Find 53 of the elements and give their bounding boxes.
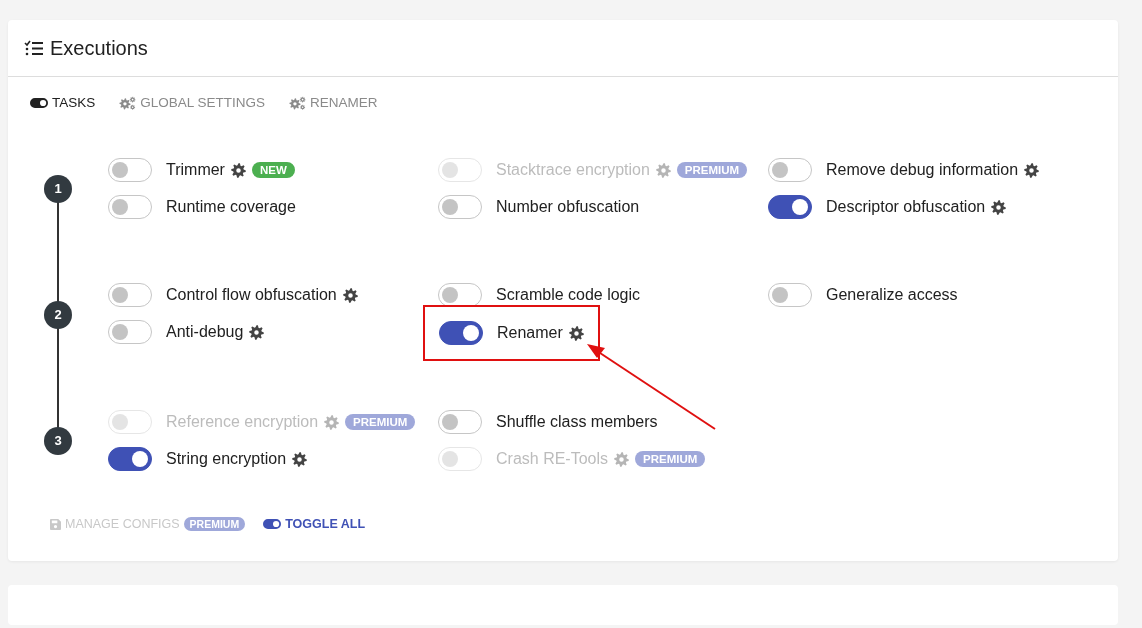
toggle-switch[interactable] <box>108 158 152 182</box>
option-label: Control flow obfuscation <box>166 286 337 304</box>
step-number: 3 <box>44 426 72 455</box>
step-number: 1 <box>44 174 72 203</box>
premium-badge: PREMIUM <box>635 451 706 467</box>
option-label: Scramble code logic <box>496 286 641 304</box>
tab[interactable]: RENAMER <box>289 93 378 112</box>
toggle-switch[interactable] <box>438 283 482 307</box>
toggle-icon <box>30 97 48 108</box>
option-label: Crash RE-Tools <box>496 450 609 468</box>
option-label: Stacktrace encryption <box>496 161 650 179</box>
option-label: Reference encryption <box>166 413 319 431</box>
gear-icon[interactable] <box>230 162 246 178</box>
toggle-switch[interactable] <box>768 283 812 307</box>
toggle-switch[interactable] <box>108 447 152 471</box>
gear-icon[interactable] <box>292 451 308 467</box>
premium-badge: PREMIUM <box>676 162 748 178</box>
gear-icon[interactable] <box>342 287 358 303</box>
checklist-icon <box>24 40 44 56</box>
card-title: Executions <box>50 36 148 60</box>
gear-icon[interactable] <box>568 325 584 341</box>
option-label: Anti-debug <box>166 323 244 341</box>
toggle-switch[interactable] <box>108 195 152 219</box>
step-number: 2 <box>44 300 72 329</box>
gear-icon[interactable] <box>1024 162 1040 178</box>
gears-icon <box>289 95 307 110</box>
option-label: String encryption <box>166 450 287 468</box>
option-label: Generalize access <box>826 286 958 304</box>
option-label: Runtime coverage <box>166 198 296 216</box>
option-label: Number obfuscation <box>496 198 640 216</box>
toggle-switch[interactable] <box>108 283 152 307</box>
toggle-switch[interactable] <box>438 410 482 434</box>
new-badge: NEW <box>251 162 295 178</box>
tab[interactable]: GLOBAL SETTINGS <box>119 93 266 112</box>
tab[interactable]: TASKS <box>30 93 96 112</box>
option-label: Remove debug information <box>826 161 1019 179</box>
option-label: Trimmer <box>166 161 225 179</box>
toggle-switch[interactable] <box>438 195 482 219</box>
save-icon <box>50 518 61 530</box>
option-label: Renamer <box>497 324 563 342</box>
toggle-switch[interactable] <box>108 320 152 344</box>
gear-icon[interactable] <box>249 324 265 340</box>
gears-icon <box>119 95 137 110</box>
option-label: Shuffle class members <box>496 413 658 431</box>
toggle-switch[interactable] <box>439 321 483 345</box>
toggle-switch[interactable] <box>768 158 812 182</box>
option-label: Descriptor obfuscation <box>826 198 986 216</box>
premium-badge: PREMIUM <box>345 414 416 430</box>
premium-badge: PREMIUM <box>183 517 246 531</box>
toggle-icon <box>263 519 282 529</box>
gear-icon[interactable] <box>991 199 1007 215</box>
toggle-all-button[interactable]: TOGGLE ALL <box>263 517 366 531</box>
toggle-switch[interactable] <box>768 195 812 219</box>
